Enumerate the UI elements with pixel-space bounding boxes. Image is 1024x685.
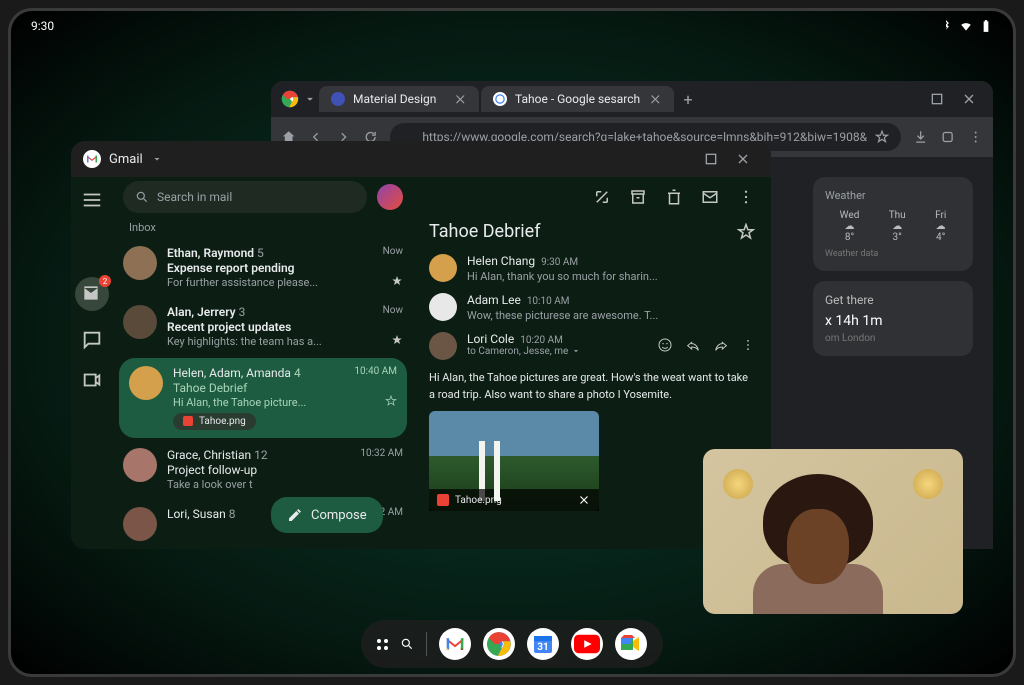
thread-message[interactable]: Adam Lee10:10 AM Wow, these picturese ar… bbox=[429, 293, 755, 322]
taskbar: 31 bbox=[361, 620, 663, 668]
more-icon[interactable] bbox=[737, 188, 755, 206]
unread-badge: 2 bbox=[99, 275, 111, 287]
close-icon[interactable] bbox=[453, 92, 467, 106]
weather-label: Weather bbox=[825, 189, 961, 202]
attachment-chip[interactable]: Tahoe.png bbox=[173, 413, 256, 430]
weather-card[interactable]: Weather Wed☁8° Thu☁3° Fri☁4° Weather dat… bbox=[813, 177, 973, 271]
star-icon[interactable] bbox=[385, 395, 397, 407]
search-placeholder: Search in mail bbox=[157, 190, 232, 204]
material-icon bbox=[331, 92, 345, 106]
close-icon[interactable] bbox=[961, 91, 977, 107]
star-icon[interactable] bbox=[875, 130, 889, 144]
browser-tab[interactable]: Material Design bbox=[319, 86, 479, 112]
svg-text:31: 31 bbox=[537, 642, 548, 653]
gmail-app-icon[interactable] bbox=[439, 628, 471, 660]
tab-title: Material Design bbox=[353, 92, 436, 106]
mail-icon[interactable] bbox=[701, 188, 719, 206]
status-bar: 9:30 bbox=[11, 11, 1013, 41]
chevron-down-icon[interactable] bbox=[571, 346, 581, 356]
email-list: Search in mail Inbox Ethan, Raymond 5Now… bbox=[113, 177, 413, 549]
search-icon bbox=[135, 190, 149, 204]
gmail-window[interactable]: Gmail 2 S bbox=[71, 141, 771, 549]
bluetooth-icon bbox=[939, 19, 953, 33]
search-icon[interactable] bbox=[400, 637, 414, 651]
email-item[interactable]: Grace, Christian 1210:32 AM Project foll… bbox=[113, 440, 413, 499]
image-attachment[interactable]: Tahoe.png bbox=[429, 411, 599, 511]
chrome-logo-icon bbox=[279, 88, 301, 110]
expand-icon[interactable] bbox=[593, 188, 611, 206]
tab-title: Tahoe - Google sesarch bbox=[515, 92, 640, 106]
more-icon[interactable] bbox=[741, 338, 755, 352]
emoji-icon[interactable] bbox=[657, 337, 673, 353]
sender-avatar bbox=[123, 448, 157, 482]
maximize-icon[interactable] bbox=[703, 151, 719, 167]
sender-avatar bbox=[129, 366, 163, 400]
calendar-app-icon[interactable]: 31 bbox=[527, 628, 559, 660]
email-item[interactable]: Helen, Adam, Amanda 410:40 AM Tahoe Debr… bbox=[119, 358, 407, 439]
meet-rail-icon[interactable] bbox=[81, 369, 103, 391]
pencil-icon bbox=[287, 507, 303, 523]
youtube-app-icon[interactable] bbox=[571, 628, 603, 660]
lamp-decoration bbox=[913, 469, 943, 499]
star-icon[interactable] bbox=[737, 223, 755, 241]
mail-rail-icon[interactable]: 2 bbox=[75, 277, 109, 311]
forward-icon[interactable] bbox=[713, 337, 729, 353]
chat-rail-icon[interactable] bbox=[81, 329, 103, 351]
chevron-down-icon[interactable] bbox=[151, 153, 163, 165]
sender-avatar bbox=[429, 332, 457, 360]
message-body: Hi Alan, the Tahoe pictures are great. H… bbox=[429, 370, 755, 403]
sender-avatar bbox=[123, 305, 157, 339]
app-drawer-icon[interactable] bbox=[377, 639, 388, 650]
sender-avatar bbox=[123, 507, 157, 541]
account-icon[interactable] bbox=[940, 128, 955, 146]
status-time: 9:30 bbox=[31, 19, 54, 33]
chevron-down-icon[interactable] bbox=[303, 92, 317, 106]
sender-avatar bbox=[429, 254, 457, 282]
video-participant bbox=[743, 474, 893, 614]
reply-icon[interactable] bbox=[685, 337, 701, 353]
browser-tab[interactable]: Tahoe - Google sesarch bbox=[481, 86, 674, 112]
thread-message[interactable]: Helen Chang9:30 AM Hi Alan, thank you so… bbox=[429, 254, 755, 283]
directions-card[interactable]: Get there x 14h 1m om London bbox=[813, 281, 973, 356]
email-item[interactable]: Alan, Jerrery 3Now Recent project update… bbox=[113, 297, 413, 356]
sender-avatar bbox=[429, 293, 457, 321]
profile-avatar[interactable] bbox=[377, 184, 403, 210]
window-title: Gmail bbox=[109, 152, 143, 167]
tablet-frame: 9:30 Material Design Tahoe - Google sesa… bbox=[8, 8, 1016, 677]
picture-in-picture[interactable] bbox=[703, 449, 963, 614]
new-tab-button[interactable]: + bbox=[676, 87, 700, 111]
gmail-rail: 2 bbox=[71, 177, 113, 549]
meet-app-icon[interactable] bbox=[615, 628, 647, 660]
close-icon[interactable] bbox=[648, 92, 662, 106]
close-icon[interactable] bbox=[735, 151, 751, 167]
email-subject: Tahoe Debrief bbox=[429, 221, 540, 242]
file-icon bbox=[437, 494, 449, 506]
battery-icon bbox=[979, 19, 993, 33]
menu-icon[interactable] bbox=[81, 189, 103, 211]
wifi-icon bbox=[959, 19, 973, 33]
maximize-icon[interactable] bbox=[929, 91, 945, 107]
star-icon[interactable] bbox=[391, 275, 403, 287]
compose-button[interactable]: Compose bbox=[271, 497, 383, 533]
search-input[interactable]: Search in mail bbox=[123, 181, 367, 213]
delete-icon[interactable] bbox=[665, 188, 683, 206]
sender-avatar bbox=[123, 246, 157, 280]
inbox-label: Inbox bbox=[113, 217, 413, 238]
gmail-titlebar: Gmail bbox=[71, 141, 771, 177]
close-icon[interactable] bbox=[577, 493, 591, 507]
more-icon[interactable] bbox=[968, 128, 983, 146]
download-icon[interactable] bbox=[913, 128, 928, 146]
chrome-app-icon[interactable] bbox=[483, 628, 515, 660]
email-item[interactable]: Ethan, Raymond 5Now Expense report pendi… bbox=[113, 238, 413, 297]
thread-message[interactable]: Lori Cole10:20 AM to Cameron, Jesse, me bbox=[429, 332, 755, 360]
star-icon[interactable] bbox=[391, 334, 403, 346]
google-icon bbox=[493, 92, 507, 106]
gmail-icon bbox=[83, 150, 101, 168]
archive-icon[interactable] bbox=[629, 188, 647, 206]
